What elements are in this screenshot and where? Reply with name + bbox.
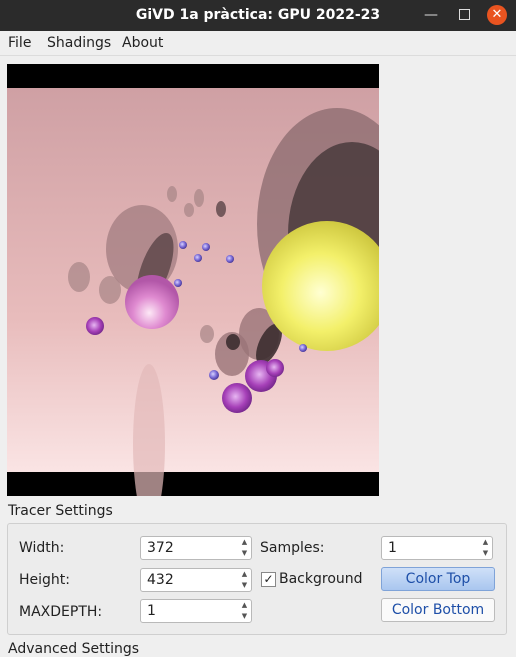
background-checkbox[interactable]: ✓	[261, 572, 276, 587]
samples-value: 1	[388, 540, 397, 556]
maxdepth-up-icon[interactable]: ▲	[238, 600, 251, 611]
color-top-button[interactable]: Color Top	[381, 567, 495, 591]
render-viewport[interactable]	[7, 64, 379, 496]
samples-spinbox[interactable]: 1 ▲ ▼	[381, 536, 493, 560]
menu-shadings[interactable]: Shadings	[47, 35, 111, 51]
height-spinbox[interactable]: 432 ▲ ▼	[140, 568, 252, 592]
maxdepth-spinbox[interactable]: 1 ▲ ▼	[140, 599, 252, 623]
color-bottom-button[interactable]: Color Bottom	[381, 598, 495, 622]
samples-label: Samples:	[260, 540, 325, 556]
height-up-icon[interactable]: ▲	[238, 569, 251, 580]
width-up-icon[interactable]: ▲	[238, 537, 251, 548]
maxdepth-down-icon[interactable]: ▼	[238, 611, 251, 622]
advanced-settings-title: Advanced Settings	[8, 641, 140, 657]
width-label: Width:	[19, 540, 65, 556]
width-down-icon[interactable]: ▼	[238, 548, 251, 559]
minimize-icon[interactable]: —	[420, 5, 442, 25]
tracer-settings-group: Width: 372 ▲ ▼ Samples: 1 ▲ ▼ Height: 432 …	[7, 523, 507, 635]
width-spinbox[interactable]: 372 ▲ ▼	[140, 536, 252, 560]
maxdepth-value: 1	[147, 603, 156, 619]
width-value: 372	[147, 540, 174, 556]
maximize-icon[interactable]	[453, 5, 475, 25]
menu-bar: File Shadings About	[0, 31, 516, 56]
height-down-icon[interactable]: ▼	[238, 580, 251, 591]
tracer-settings-title: Tracer Settings	[8, 503, 113, 519]
menu-about[interactable]: About	[122, 35, 163, 51]
rendered-scene	[7, 64, 379, 496]
height-value: 432	[147, 572, 174, 588]
title-bar: GiVD 1a pràctica: GPU 2022-23 — ✕	[0, 0, 516, 31]
maxdepth-label: MAXDEPTH:	[19, 604, 103, 620]
background-label: Background	[279, 571, 363, 587]
samples-down-icon[interactable]: ▼	[479, 548, 492, 559]
menu-file[interactable]: File	[8, 35, 31, 51]
samples-up-icon[interactable]: ▲	[479, 537, 492, 548]
height-label: Height:	[19, 572, 70, 588]
close-icon[interactable]: ✕	[487, 5, 507, 25]
